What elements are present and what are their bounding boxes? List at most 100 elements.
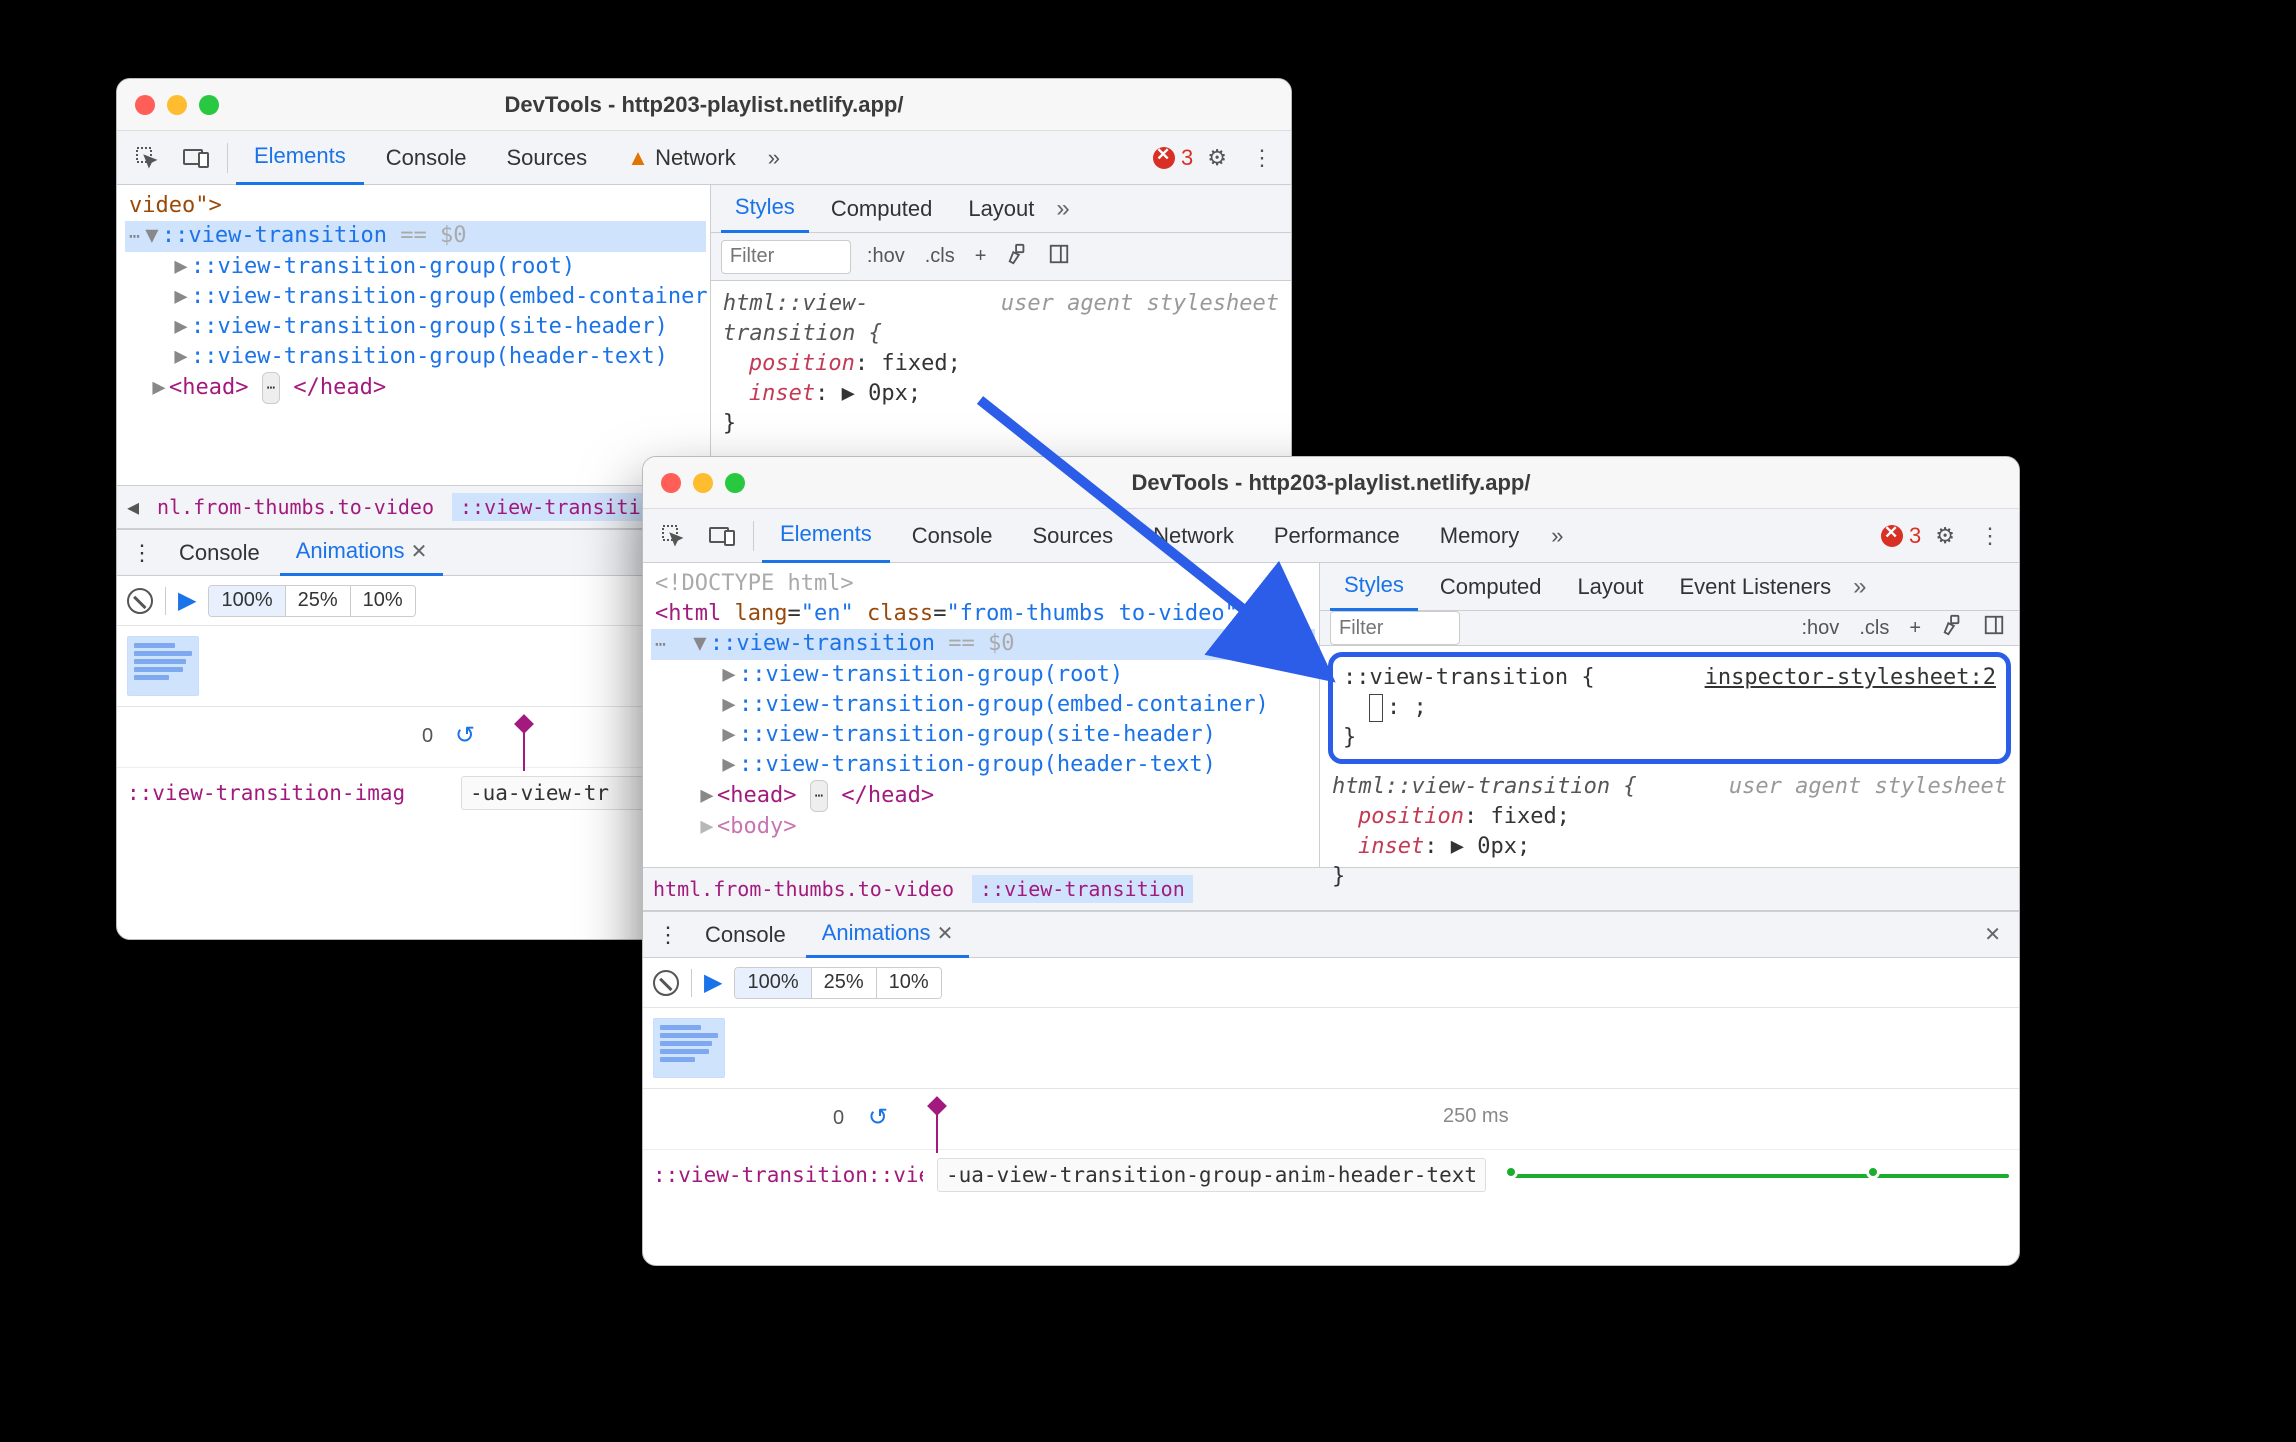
main-menu-icon[interactable]: ⋮	[1241, 131, 1283, 185]
replay-icon[interactable]: ↻	[868, 1103, 888, 1132]
inspect-element-icon[interactable]	[125, 131, 169, 185]
computed-toggle-icon[interactable]	[1044, 241, 1074, 273]
expand-icon[interactable]: ▶	[721, 660, 737, 690]
styles-filter-input[interactable]	[721, 240, 851, 274]
expand-icon[interactable]: ▶	[721, 720, 737, 750]
style-rule[interactable]: user agent stylesheet html::view-transit…	[711, 281, 1291, 447]
close-tab-icon[interactable]: ✕	[937, 921, 954, 946]
bc-item-selected[interactable]: ::view-transition	[972, 875, 1193, 903]
pseudo-group[interactable]: ::view-transition-group(header-text)	[739, 752, 1216, 777]
tab-sources[interactable]: Sources	[488, 131, 605, 185]
row-menu-icon[interactable]: ⋯	[129, 226, 144, 247]
prop-position[interactable]: position: fixed;	[1332, 804, 1570, 829]
minimize-window-icon[interactable]	[167, 95, 187, 115]
collapsed-icon[interactable]: ⋯	[262, 372, 280, 404]
play-all-icon[interactable]: ▶	[178, 586, 196, 615]
tab-elements[interactable]: Elements	[762, 509, 890, 563]
pseudo-group[interactable]: ::view-transition-group(root)	[191, 254, 575, 279]
animation-row[interactable]: ::view-transition::vie -ua-view-transiti…	[643, 1149, 2019, 1199]
drawer-tab-console[interactable]: Console	[163, 530, 276, 576]
speed-25[interactable]: 25%	[812, 968, 877, 998]
clear-icon[interactable]	[127, 588, 153, 614]
expand-icon[interactable]: ▶	[699, 812, 715, 842]
expand-icon[interactable]: ▶	[173, 312, 189, 342]
tab-console[interactable]: Console	[894, 509, 1011, 563]
paintbrush-icon[interactable]	[1937, 612, 1967, 644]
subtab-styles[interactable]: Styles	[721, 185, 809, 233]
tab-sources[interactable]: Sources	[1014, 509, 1131, 563]
more-subtabs-icon[interactable]: »	[1056, 195, 1069, 223]
collapsed-icon[interactable]: ⋯	[810, 780, 828, 812]
tab-performance[interactable]: Performance	[1256, 509, 1418, 563]
cls-button[interactable]: .cls	[921, 243, 959, 270]
settings-icon[interactable]: ⚙	[1197, 131, 1237, 185]
expand-icon[interactable]: ▼	[144, 221, 160, 251]
bc-prev-icon[interactable]: ◀	[127, 495, 139, 519]
close-drawer-icon[interactable]: ✕	[1974, 922, 2011, 947]
close-window-icon[interactable]	[135, 95, 155, 115]
new-rule-button[interactable]: +	[1905, 615, 1925, 642]
style-rule[interactable]: user agent stylesheet html::view-transit…	[1320, 772, 2019, 900]
expand-icon[interactable]: ▶	[173, 342, 189, 372]
main-menu-icon[interactable]: ⋮	[1969, 509, 2011, 563]
anim-track[interactable]	[1500, 1160, 2009, 1190]
close-window-icon[interactable]	[661, 473, 681, 493]
styles-filter-input[interactable]	[1330, 611, 1460, 645]
drawer-tab-console[interactable]: Console	[689, 912, 802, 958]
cls-button[interactable]: .cls	[1855, 615, 1893, 642]
device-toolbar-icon[interactable]	[699, 509, 745, 563]
bc-item[interactable]: html.from-thumbs.to-video	[653, 877, 954, 901]
computed-toggle-icon[interactable]	[1979, 612, 2009, 644]
inspect-element-icon[interactable]	[651, 509, 695, 563]
expand-icon[interactable]: ▶	[173, 282, 189, 312]
pseudo-group[interactable]: ::view-transition-group(root)	[739, 662, 1123, 687]
prop-inset[interactable]: inset: ▶ 0px;	[1332, 834, 1530, 859]
pseudo-view-transition[interactable]: ::view-transition	[710, 631, 935, 656]
row-menu-icon[interactable]: ⋯	[655, 634, 670, 655]
pseudo-group[interactable]: ::view-transition-group(embed-container)	[191, 284, 710, 309]
hov-button[interactable]: :hov	[1798, 615, 1844, 642]
rule-selector[interactable]: html::view-transition {	[723, 291, 882, 346]
clear-icon[interactable]	[653, 970, 679, 996]
device-toolbar-icon[interactable]	[173, 131, 219, 185]
rule-selector[interactable]: html::view-transition {	[1332, 774, 1637, 799]
rule-source[interactable]: user agent stylesheet	[1001, 289, 1279, 319]
dom-tree[interactable]: <!DOCTYPE html> <html lang="en" class="f…	[643, 563, 1319, 867]
drawer-tab-animations[interactable]: Animations ✕	[806, 912, 970, 958]
drawer-menu-icon[interactable]: ⋮	[125, 540, 159, 566]
speed-100[interactable]: 100%	[735, 968, 811, 998]
expand-icon[interactable]: ▶	[173, 252, 189, 282]
close-tab-icon[interactable]: ✕	[411, 539, 428, 564]
pseudo-group[interactable]: ::view-transition-group(site-header)	[191, 314, 668, 339]
paintbrush-icon[interactable]	[1002, 241, 1032, 273]
dom-tree[interactable]: video"> ⋯▼::view-transition == $0 ▶::vie…	[117, 185, 710, 485]
subtab-layout[interactable]: Layout	[954, 185, 1048, 233]
expand-icon[interactable]: ▶	[721, 690, 737, 720]
html-open[interactable]: <html	[655, 601, 721, 626]
editing-line[interactable]: : ;	[1343, 695, 1427, 720]
more-subtabs-icon[interactable]: »	[1853, 573, 1866, 601]
rule-source-link[interactable]: inspector-stylesheet:2	[1705, 663, 1996, 693]
prop-inset[interactable]: inset: ▶ 0px;	[723, 381, 921, 406]
pseudo-group[interactable]: ::view-transition-group(site-header)	[739, 722, 1216, 747]
minimize-window-icon[interactable]	[693, 473, 713, 493]
pseudo-view-transition[interactable]: ::view-transition	[162, 223, 387, 248]
error-badge[interactable]: 3	[1881, 523, 1921, 549]
drawer-menu-icon[interactable]: ⋮	[651, 922, 685, 948]
tab-network[interactable]: ▲ Network	[609, 131, 754, 185]
body-tag[interactable]: <body>	[717, 814, 796, 839]
speed-10[interactable]: 10%	[877, 968, 941, 998]
zoom-window-icon[interactable]	[199, 95, 219, 115]
bc-item-selected[interactable]: ::view-transition	[452, 493, 673, 521]
subtab-event-listeners[interactable]: Event Listeners	[1666, 563, 1846, 611]
subtab-styles[interactable]: Styles	[1330, 563, 1418, 611]
rule-source[interactable]: user agent stylesheet	[1729, 772, 2007, 802]
rule-selector[interactable]: ::view-transition {	[1343, 665, 1595, 690]
new-rule-button[interactable]: +	[971, 243, 991, 270]
subtab-computed[interactable]: Computed	[817, 185, 947, 233]
animation-thumb[interactable]	[127, 636, 199, 696]
pseudo-group[interactable]: ::view-transition-group(embed-container)	[739, 692, 1269, 717]
expand-icon[interactable]: ▶	[721, 750, 737, 780]
replay-icon[interactable]: ↻	[455, 721, 475, 750]
head-tag[interactable]: <head>	[717, 783, 796, 808]
